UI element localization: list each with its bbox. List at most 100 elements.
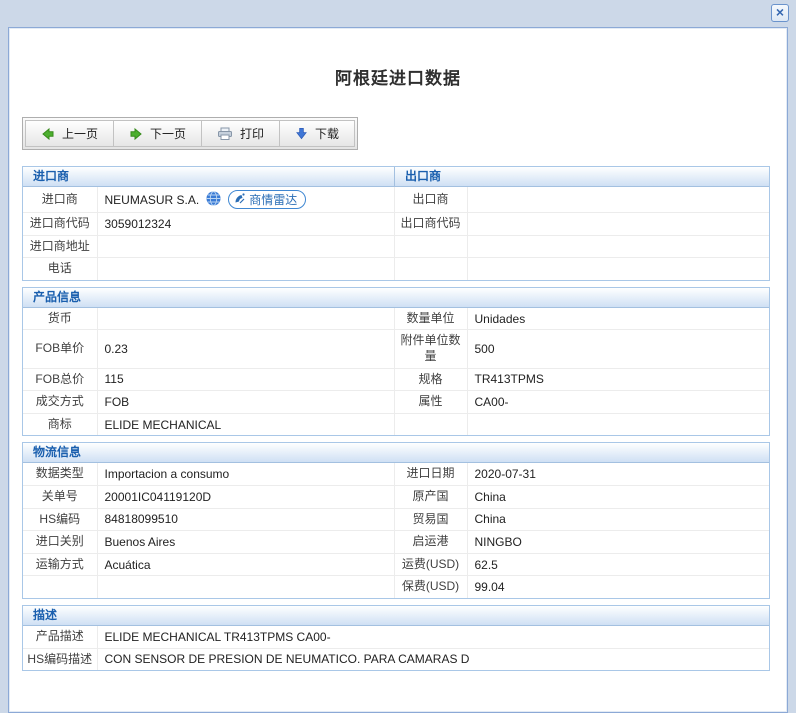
field-label: 运费(USD) xyxy=(394,553,467,576)
product-header-label: 产品信息 xyxy=(33,288,81,307)
field-value: 3059012324 xyxy=(97,213,394,236)
field-value: FOB xyxy=(97,391,394,414)
field-label xyxy=(23,576,97,598)
business-radar-link[interactable]: 商情雷达 xyxy=(228,190,306,209)
field-value: 84818099510 xyxy=(97,508,394,531)
field-value xyxy=(97,308,394,330)
field-label: 数量单位 xyxy=(394,308,467,330)
detail-sections: 进口商 出口商 进口商 NEUMASUR S.A. xyxy=(22,166,770,671)
field-label: 进口商地址 xyxy=(23,235,97,258)
dialog-panel: 阿根廷进口数据 上一页 下一页 打印 xyxy=(8,27,788,713)
table-row: 货币 数量单位 Unidades xyxy=(23,308,769,330)
prev-page-label: 上一页 xyxy=(62,125,98,142)
field-value: ELIDE MECHANICAL xyxy=(97,413,394,435)
close-button[interactable]: × xyxy=(771,4,789,22)
table-row: 商标 ELIDE MECHANICAL xyxy=(23,413,769,435)
section-parties: 进口商 出口商 进口商 NEUMASUR S.A. xyxy=(22,166,770,281)
section-description-header: 描述 xyxy=(23,606,769,626)
field-label: 电话 xyxy=(23,258,97,280)
field-label xyxy=(394,413,467,435)
exporter-header: 出口商 xyxy=(394,167,769,186)
field-value: Acuática xyxy=(97,553,394,576)
download-label: 下载 xyxy=(315,125,339,142)
field-value xyxy=(97,258,394,280)
section-product-header: 产品信息 xyxy=(23,288,769,308)
section-description: 描述 产品描述 ELIDE MECHANICAL TR413TPMS CA00-… xyxy=(22,605,770,671)
field-value: CON SENSOR DE PRESION DE NEUMATICO. PARA… xyxy=(97,648,769,670)
table-row: FOB单价 0.23 附件单位数量 500 xyxy=(23,330,769,368)
field-value xyxy=(97,576,394,598)
print-label: 打印 xyxy=(240,125,264,142)
arrow-right-icon xyxy=(129,127,143,141)
field-label: FOB总价 xyxy=(23,368,97,391)
field-label: 原产国 xyxy=(394,485,467,508)
table-row: 电话 xyxy=(23,258,769,280)
field-label: HS编码 xyxy=(23,508,97,531)
field-label: 启运港 xyxy=(394,531,467,554)
table-row: 数据类型 Importacion a consumo 进口日期 2020-07-… xyxy=(23,463,769,485)
field-value: 115 xyxy=(97,368,394,391)
field-value: Unidades xyxy=(467,308,769,330)
field-label: 进口商代码 xyxy=(23,213,97,236)
field-value xyxy=(467,187,769,213)
field-label: 属性 xyxy=(394,391,467,414)
section-product: 产品信息 货币 数量单位 Unidades FOB单价 0.23 附件单位数量 … xyxy=(22,287,770,437)
table-row: 进口商代码 3059012324 出口商代码 xyxy=(23,213,769,236)
field-value xyxy=(97,235,394,258)
table-row: 关单号 20001IC04119120D 原产国 China xyxy=(23,485,769,508)
field-label: 规格 xyxy=(394,368,467,391)
field-label: 产品描述 xyxy=(23,626,97,648)
field-label xyxy=(394,258,467,280)
field-value: ELIDE MECHANICAL TR413TPMS CA00- xyxy=(97,626,769,648)
field-value: NEUMASUR S.A. xyxy=(97,187,394,213)
field-value: TR413TPMS xyxy=(467,368,769,391)
field-label: 附件单位数量 xyxy=(394,330,467,368)
field-value: CA00- xyxy=(467,391,769,414)
description-header-label: 描述 xyxy=(33,606,57,625)
table-row: 进口商地址 xyxy=(23,235,769,258)
section-logistics: 物流信息 数据类型 Importacion a consumo 进口日期 202… xyxy=(22,442,770,599)
logistics-header-label: 物流信息 xyxy=(33,443,81,462)
field-value: China xyxy=(467,485,769,508)
field-value: 20001IC04119120D xyxy=(97,485,394,508)
field-value: 500 xyxy=(467,330,769,368)
field-label: 货币 xyxy=(23,308,97,330)
table-row: 进口关别 Buenos Aires 启运港 NINGBO xyxy=(23,531,769,554)
field-label: 成交方式 xyxy=(23,391,97,414)
field-label: 运输方式 xyxy=(23,553,97,576)
download-button[interactable]: 下载 xyxy=(279,120,355,147)
radar-icon xyxy=(234,192,246,207)
prev-page-button[interactable]: 上一页 xyxy=(25,120,114,147)
field-label: 保费(USD) xyxy=(394,576,467,598)
field-value: 2020-07-31 xyxy=(467,463,769,485)
page-title: 阿根廷进口数据 xyxy=(9,64,787,89)
field-label: 数据类型 xyxy=(23,463,97,485)
arrow-left-icon xyxy=(41,127,55,141)
field-label: HS编码描述 xyxy=(23,648,97,670)
field-value: 0.23 xyxy=(97,330,394,368)
table-row: 进口商 NEUMASUR S.A. xyxy=(23,187,769,213)
field-value: Importacion a consumo xyxy=(97,463,394,485)
field-value: NINGBO xyxy=(467,531,769,554)
field-label: FOB单价 xyxy=(23,330,97,368)
field-value xyxy=(467,258,769,280)
globe-icon[interactable] xyxy=(206,191,221,209)
next-page-button[interactable]: 下一页 xyxy=(113,120,202,147)
table-row: FOB总价 115 规格 TR413TPMS xyxy=(23,368,769,391)
download-arrow-icon xyxy=(295,127,308,140)
table-row: 成交方式 FOB 属性 CA00- xyxy=(23,391,769,414)
field-value xyxy=(467,413,769,435)
field-value xyxy=(467,213,769,236)
field-label: 出口商 xyxy=(394,187,467,213)
table-row: 产品描述 ELIDE MECHANICAL TR413TPMS CA00- xyxy=(23,626,769,648)
field-label: 进口日期 xyxy=(394,463,467,485)
field-label: 贸易国 xyxy=(394,508,467,531)
print-button[interactable]: 打印 xyxy=(201,120,280,147)
field-label: 关单号 xyxy=(23,485,97,508)
field-value: Buenos Aires xyxy=(97,531,394,554)
next-page-label: 下一页 xyxy=(150,125,186,142)
table-row: HS编码 84818099510 贸易国 China xyxy=(23,508,769,531)
field-value: 99.04 xyxy=(467,576,769,598)
field-label: 商标 xyxy=(23,413,97,435)
toolbar: 上一页 下一页 打印 下载 xyxy=(22,117,358,150)
